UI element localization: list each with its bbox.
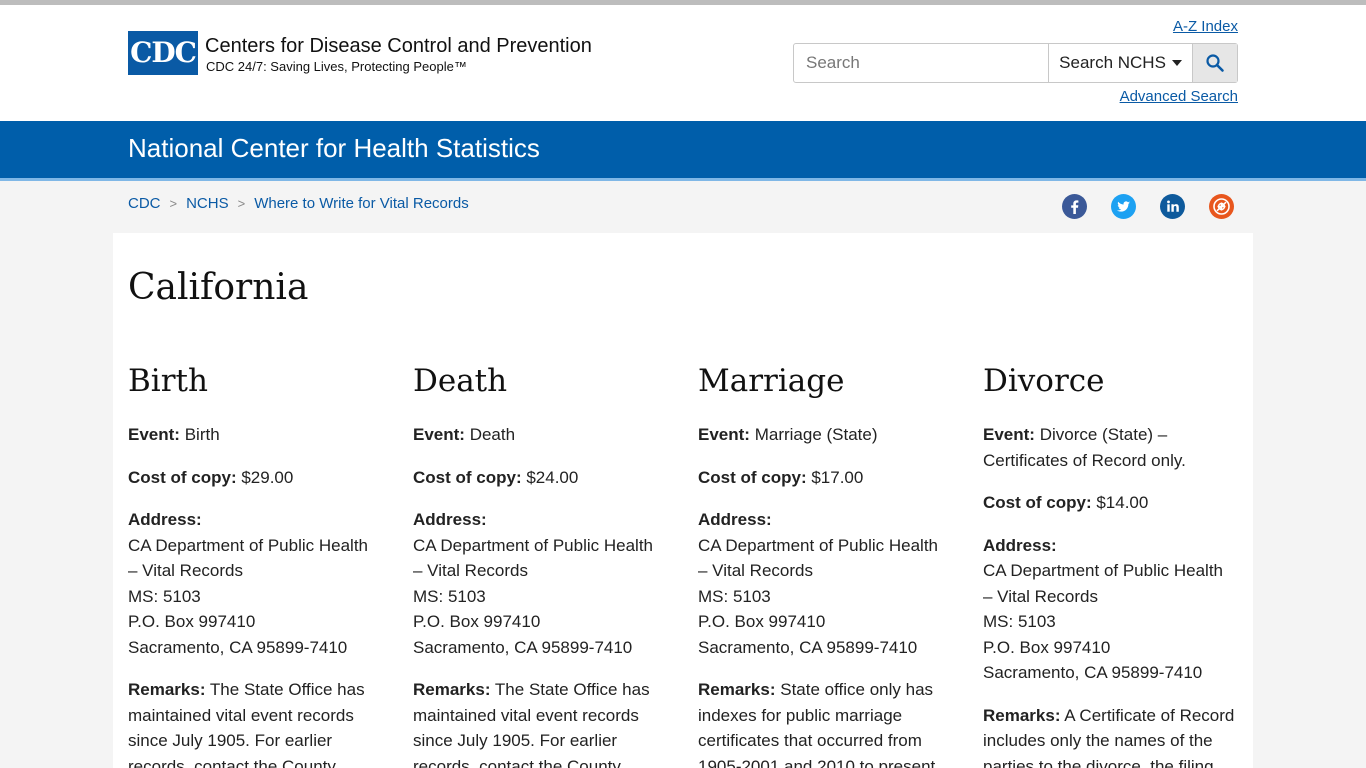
advanced-search-link[interactable]: Advanced Search xyxy=(1120,88,1238,105)
event-line: Event: Birth xyxy=(128,425,220,444)
site-title[interactable]: National Center for Health Statistics xyxy=(128,133,540,164)
breadcrumb-nchs[interactable]: NCHS xyxy=(186,195,229,212)
linkedin-icon[interactable] xyxy=(1160,194,1185,219)
search-input[interactable] xyxy=(794,44,1048,82)
address-block: Address: CA Department of Public Health … xyxy=(698,510,939,657)
syndication-icon[interactable] xyxy=(1209,194,1234,219)
column-birth: Birth Event: Birth Cost of copy: $29.00 … xyxy=(128,363,383,768)
address-block: Address: CA Department of Public Health … xyxy=(413,510,654,657)
twitter-icon[interactable] xyxy=(1111,194,1136,219)
caret-down-icon xyxy=(1171,60,1182,66)
column-divorce: Divorce Event: Divorce (State) – Certifi… xyxy=(983,363,1238,768)
site-header: CDC Centers for Disease Control and Prev… xyxy=(0,5,1366,121)
remarks-block: Remarks: The State Office has maintained… xyxy=(413,680,650,768)
org-tagline: CDC 24/7: Saving Lives, Protecting Peopl… xyxy=(206,59,467,74)
site-banner: National Center for Health Statistics xyxy=(0,121,1366,178)
column-marriage: Marriage Event: Marriage (State) Cost of… xyxy=(698,363,953,768)
org-name[interactable]: Centers for Disease Control and Preventi… xyxy=(205,35,592,58)
column-heading: Divorce xyxy=(983,363,1105,399)
content-card: California Birth Event: Birth Cost of co… xyxy=(113,233,1253,768)
breadcrumb: CDC > NCHS > Where to Write for Vital Re… xyxy=(128,195,469,212)
remarks-block: Remarks: State office only has indexes f… xyxy=(698,680,936,768)
address-block: Address: CA Department of Public Health … xyxy=(983,535,1224,683)
breadcrumb-vital-records[interactable]: Where to Write for Vital Records xyxy=(254,195,469,212)
event-line: Event: Marriage (State) xyxy=(698,425,878,444)
cost-line: Cost of copy: $14.00 xyxy=(983,493,1149,512)
remarks-block: Remarks: The State Office has maintained… xyxy=(128,680,365,768)
search-bar: Search NCHS xyxy=(793,43,1238,83)
search-icon xyxy=(1206,54,1224,72)
page-title: California xyxy=(128,267,309,308)
remarks-block: Remarks: A Certificate of Record include… xyxy=(983,705,1235,768)
breadcrumb-cdc[interactable]: CDC xyxy=(128,195,161,212)
event-line: Event: Divorce (State) – Certificates of… xyxy=(983,425,1186,470)
facebook-icon[interactable] xyxy=(1062,194,1087,219)
breadcrumb-separator: > xyxy=(169,196,178,211)
search-button[interactable] xyxy=(1192,44,1237,82)
banner-rule xyxy=(0,178,1366,181)
column-heading: Birth xyxy=(128,363,208,399)
search-scope-dropdown[interactable]: Search NCHS xyxy=(1047,44,1193,82)
social-share xyxy=(1062,194,1234,219)
column-death: Death Event: Death Cost of copy: $24.00 … xyxy=(413,363,668,768)
az-index-link[interactable]: A-Z Index xyxy=(1173,18,1238,35)
column-heading: Marriage xyxy=(698,363,845,399)
search-scope-label: Search NCHS xyxy=(1059,53,1166,72)
breadcrumb-separator: > xyxy=(237,196,246,211)
event-line: Event: Death xyxy=(413,425,516,444)
cost-line: Cost of copy: $24.00 xyxy=(413,467,579,487)
column-heading: Death xyxy=(413,363,508,399)
address-block: Address: CA Department of Public Health … xyxy=(128,510,369,657)
cost-line: Cost of copy: $29.00 xyxy=(128,467,294,487)
cost-line: Cost of copy: $17.00 xyxy=(698,467,864,487)
cdc-logo[interactable]: CDC xyxy=(128,31,198,75)
